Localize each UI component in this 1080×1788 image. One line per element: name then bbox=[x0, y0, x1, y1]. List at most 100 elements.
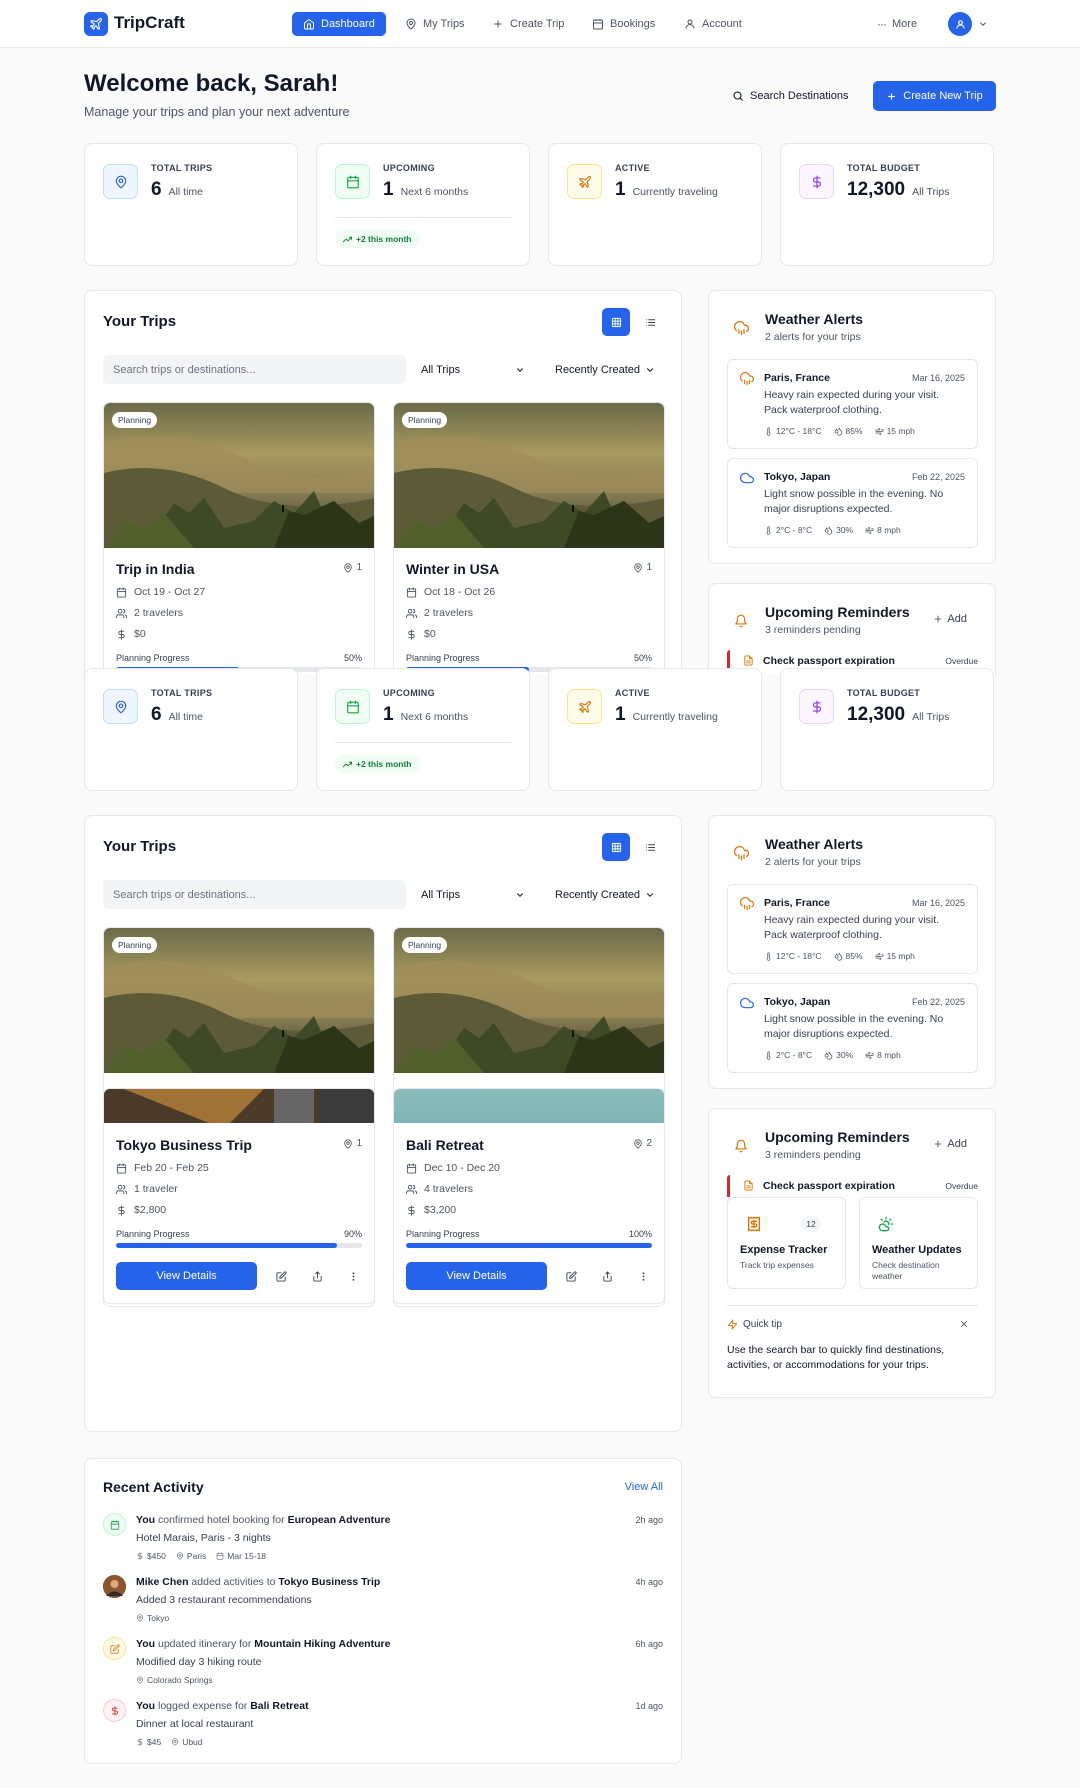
trip-budget: $3,200 bbox=[406, 1204, 456, 1216]
feature-title: Expense Tracker bbox=[740, 1244, 828, 1256]
view-all-link[interactable]: View All bbox=[625, 1481, 663, 1493]
feature-sub: Check destination weather bbox=[872, 1260, 940, 1281]
stat-icon-wrap bbox=[335, 689, 370, 724]
reminder-text: Check passport expiration bbox=[763, 655, 895, 667]
reminder-item[interactable]: Check passport expiration Overdue bbox=[727, 1175, 978, 1197]
more-options-button[interactable] bbox=[342, 1265, 364, 1287]
list-icon bbox=[645, 843, 655, 851]
progress-label: Planning Progress bbox=[116, 653, 190, 663]
add-reminder-button[interactable]: Add bbox=[933, 1138, 967, 1150]
close-tip-button[interactable] bbox=[959, 1319, 969, 1329]
trip-budget: $0 bbox=[406, 628, 436, 640]
thermometer-icon bbox=[766, 951, 771, 961]
activity-meta: $45 Ubud bbox=[136, 1737, 203, 1747]
grid-view-button[interactable] bbox=[602, 833, 630, 861]
temp-meta: 12°C - 18°C bbox=[764, 951, 822, 961]
view-details-button[interactable]: View Details bbox=[116, 1262, 257, 1290]
temp-text: 2°C - 8°C bbox=[776, 525, 813, 535]
grid-view-button[interactable] bbox=[602, 308, 630, 336]
wind-text: 15 mph bbox=[886, 951, 915, 961]
stat-value: 1 bbox=[383, 704, 394, 725]
weather-alert[interactable]: Paris, France Mar 16, 2025 Heavy rain ex… bbox=[727, 884, 978, 974]
stat-value: 12,300 bbox=[847, 179, 906, 200]
trend-up-icon bbox=[343, 761, 352, 767]
filter-select[interactable]: All Trips bbox=[421, 880, 525, 909]
temp-text: 12°C - 18°C bbox=[776, 426, 822, 436]
more-vertical-icon bbox=[352, 1271, 354, 1281]
edit-button[interactable] bbox=[270, 1265, 292, 1287]
target[interactable]: Mountain Hiking Adventure bbox=[254, 1638, 390, 1650]
plane-logo-icon[interactable] bbox=[84, 12, 108, 36]
file-icon-wrap bbox=[743, 655, 754, 666]
sort-select[interactable]: Recently Created bbox=[555, 355, 655, 384]
nav-label: Create Trip bbox=[510, 18, 565, 30]
brand-name[interactable]: TripCraft bbox=[114, 13, 185, 33]
humidity-meta: 30% bbox=[824, 525, 853, 535]
target[interactable]: European Adventure bbox=[288, 1514, 391, 1526]
trip-title[interactable]: Bali Retreat bbox=[406, 1137, 484, 1153]
filter-select[interactable]: All Trips bbox=[421, 355, 525, 384]
sort-select[interactable]: Recently Created bbox=[555, 880, 655, 909]
trip-search-input[interactable]: Search trips or destinations... bbox=[103, 355, 406, 384]
nav-my-trips[interactable]: My Trips bbox=[394, 12, 476, 36]
add-reminder-button[interactable]: Add bbox=[933, 613, 967, 625]
user-avatar[interactable] bbox=[948, 12, 972, 36]
trip-search-input[interactable]: Search trips or destinations... bbox=[103, 880, 406, 909]
create-new-trip-button[interactable]: Create New Trip bbox=[873, 81, 996, 111]
list-view-button[interactable] bbox=[636, 833, 664, 861]
alert-date: Feb 22, 2025 bbox=[911, 997, 965, 1007]
trip-card[interactable]: Tokyo Business Trip 1 Feb 20 - Feb 25 1 … bbox=[103, 1088, 375, 1304]
activity-detail: Added 3 restaurant recommendations bbox=[136, 1594, 312, 1606]
actor: Mike Chen bbox=[136, 1576, 189, 1588]
trip-title[interactable]: Tokyo Business Trip bbox=[116, 1137, 252, 1153]
status-badge: Planning bbox=[112, 412, 158, 428]
share-button[interactable] bbox=[306, 1265, 328, 1287]
location-count: 1 bbox=[646, 562, 652, 573]
trip-budget: $0 bbox=[116, 628, 146, 640]
list-view-button[interactable] bbox=[636, 308, 664, 336]
trip-card[interactable]: Planning Winter in USA 1 Oct 18 - Oct 26… bbox=[393, 402, 665, 675]
share-button[interactable] bbox=[596, 1265, 618, 1287]
divider bbox=[335, 217, 511, 218]
weather-alert[interactable]: Tokyo, Japan Feb 22, 2025 Light snow pos… bbox=[727, 458, 978, 548]
search-destinations-button[interactable]: Search Destinations bbox=[720, 81, 860, 111]
trip-title[interactable]: Trip in India bbox=[116, 561, 195, 577]
weather-alerts-card: Weather Alerts 2 alerts for your trips P… bbox=[708, 815, 996, 1089]
nav-more[interactable]: ··· More bbox=[866, 12, 928, 36]
trip-dates: Oct 18 - Oct 26 bbox=[406, 586, 495, 598]
activity-avatar bbox=[103, 1637, 126, 1660]
nav-account[interactable]: Account bbox=[673, 12, 753, 36]
share-icon bbox=[312, 1270, 322, 1282]
meta-text: Colorado Springs bbox=[147, 1675, 213, 1685]
target[interactable]: Tokyo Business Trip bbox=[278, 1576, 380, 1588]
alert-city: Paris, France bbox=[764, 372, 830, 384]
quick-tip-header: Quick tip bbox=[727, 1319, 782, 1330]
stat-sub: Next 6 months bbox=[400, 186, 469, 198]
activity-detail: Hotel Marais, Paris - 3 nights bbox=[136, 1532, 271, 1544]
plus-icon bbox=[935, 615, 942, 623]
target[interactable]: Bali Retreat bbox=[250, 1700, 308, 1712]
weather-alert[interactable]: Paris, France Mar 16, 2025 Heavy rain ex… bbox=[727, 359, 978, 449]
chevron-down-icon[interactable] bbox=[978, 19, 988, 29]
weather-alert[interactable]: Tokyo, Japan Feb 22, 2025 Light snow pos… bbox=[727, 983, 978, 1073]
trip-card[interactable]: Bali Retreat 2 Dec 10 - Dec 20 4 travele… bbox=[393, 1088, 665, 1304]
trip-title[interactable]: Winter in USA bbox=[406, 561, 499, 577]
feature-card[interactable]: Weather Updates Check destination weathe… bbox=[859, 1197, 978, 1289]
file-icon bbox=[744, 1180, 753, 1191]
feature-card[interactable]: 12 Expense Tracker Track trip expenses bbox=[727, 1197, 846, 1289]
nav-bookings[interactable]: Bookings bbox=[581, 12, 666, 36]
trip-card[interactable]: Planning Trip in India 1 Oct 19 - Oct 27… bbox=[103, 402, 375, 675]
nav-dashboard[interactable]: Dashboard bbox=[292, 12, 386, 36]
stat-card: ACTIVE 1 Currently traveling bbox=[548, 143, 762, 266]
status-badge: Planning bbox=[402, 412, 448, 428]
stat-value-row: 1 Next 6 months bbox=[383, 704, 468, 726]
view-details-button[interactable]: View Details bbox=[406, 1262, 547, 1290]
nav-create-trip[interactable]: Create Trip bbox=[481, 12, 575, 36]
stat-sub: Currently traveling bbox=[632, 711, 718, 723]
more-options-button[interactable] bbox=[632, 1265, 654, 1287]
edit-button[interactable] bbox=[560, 1265, 582, 1287]
nav-label: Bookings bbox=[610, 18, 656, 30]
alert-meta: 12°C - 18°C 85% 15 mph bbox=[764, 426, 915, 436]
your-trips-panel: Your Trips Search trips or destinations.… bbox=[84, 290, 682, 675]
avatar-photo bbox=[103, 1575, 126, 1598]
